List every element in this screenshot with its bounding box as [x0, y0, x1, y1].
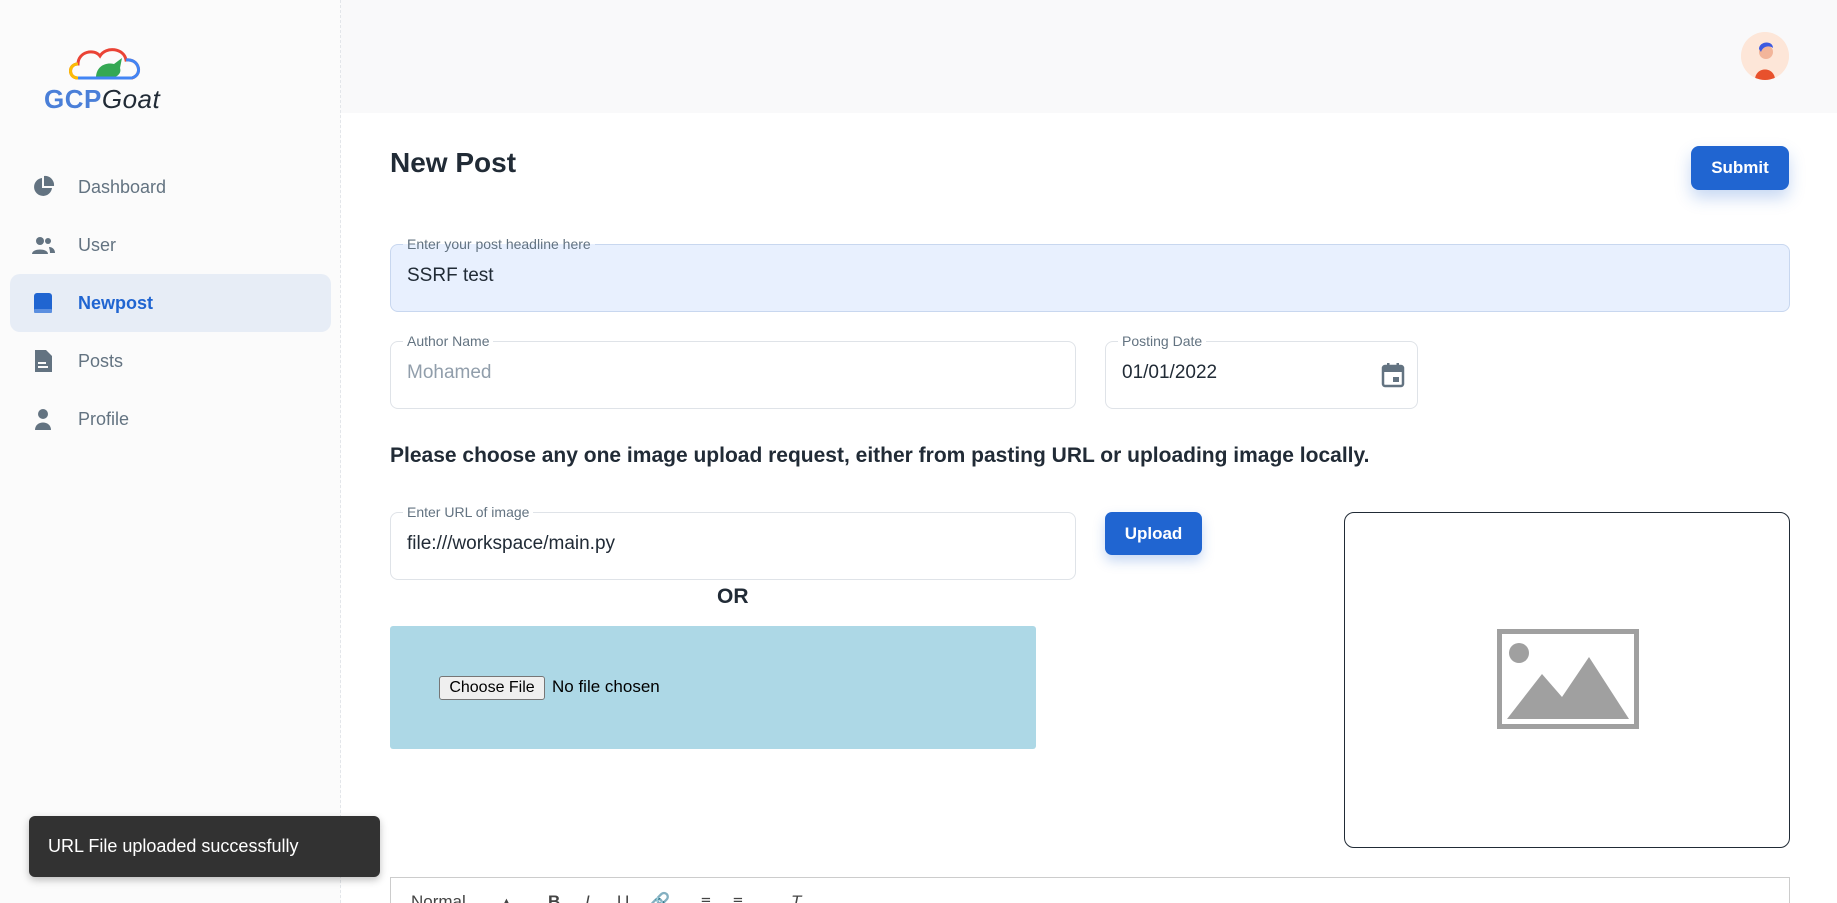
author-name-label: Author Name [403, 333, 494, 349]
posting-date-label: Posting Date [1118, 333, 1207, 349]
sidebar-nav: Dashboard User Newpost Posts Profile [10, 158, 331, 448]
file-status: No file chosen [552, 677, 660, 696]
pie-chart-icon [30, 174, 56, 200]
posting-date-value[interactable]: 01/01/2022 [1122, 362, 1217, 384]
sidebar: GCPGoat Dashboard User Newpost Posts Pro… [0, 0, 341, 903]
underline-button[interactable]: U [617, 892, 629, 903]
image-url-value[interactable]: file:///workspace/main.py [407, 533, 615, 555]
sidebar-item-newpost[interactable]: Newpost [10, 274, 331, 332]
sidebar-item-profile[interactable]: Profile [10, 390, 331, 448]
top-header [341, 0, 1837, 113]
sidebar-item-user[interactable]: User [10, 216, 331, 274]
sidebar-item-label: Dashboard [78, 176, 167, 197]
file-drop-zone[interactable]: Choose File No file chosen [390, 626, 1036, 749]
choose-file-button[interactable]: Choose File [439, 676, 545, 700]
headline-field[interactable]: Enter your post headline here SSRF test [390, 236, 1790, 312]
upload-instruction: Please choose any one image upload reque… [390, 444, 1370, 467]
link-icon[interactable]: 🔗 [649, 892, 670, 903]
headline-value[interactable]: SSRF test [407, 265, 494, 287]
italic-button[interactable]: I [585, 892, 590, 903]
image-preview [1344, 512, 1790, 848]
headline-label: Enter your post headline here [403, 236, 595, 252]
calendar-icon[interactable] [1381, 362, 1405, 393]
image-url-label: Enter URL of image [403, 504, 534, 520]
sidebar-item-label: Newpost [78, 292, 154, 313]
clear-format-button[interactable]: T [791, 892, 801, 903]
gcpgoat-logo[interactable]: GCPGoat [44, 44, 164, 114]
snackbar-notification: URL File uploaded successfully [29, 816, 380, 877]
bold-button[interactable]: B [548, 892, 560, 903]
sidebar-item-label: Posts [78, 350, 124, 371]
posting-date-field[interactable]: Posting Date 01/01/2022 [1105, 333, 1418, 409]
page-title: New Post [390, 147, 517, 178]
image-placeholder-icon [1497, 629, 1639, 729]
author-name-value[interactable]: Mohamed [407, 362, 492, 384]
submit-button[interactable]: Submit [1691, 146, 1789, 190]
sidebar-item-dashboard[interactable]: Dashboard [10, 158, 331, 216]
users-icon [30, 232, 56, 258]
avatar-icon[interactable] [1741, 32, 1789, 80]
book-icon [30, 290, 56, 316]
chevron-down-icon[interactable]: ▲ [501, 896, 512, 903]
image-url-field[interactable]: Enter URL of image file:///workspace/mai… [390, 504, 1076, 580]
author-name-field[interactable]: Author Name Mohamed [390, 333, 1076, 409]
main-content: New Post Submit Enter your post headline… [341, 113, 1837, 903]
rich-text-editor-toolbar: Normal ▲ B I U 🔗 ≡ ≡ T [390, 877, 1790, 903]
snackbar-message: URL File uploaded successfully [48, 836, 299, 856]
sidebar-item-label: User [78, 234, 117, 255]
cloud-goat-logo-icon [69, 48, 141, 80]
document-icon [30, 348, 56, 374]
logo-text-goat: Goat [101, 84, 161, 114]
upload-button[interactable]: Upload [1105, 512, 1202, 555]
format-select[interactable]: Normal [411, 892, 466, 903]
sidebar-item-posts[interactable]: Posts [10, 332, 331, 390]
bullet-list-icon[interactable]: ≡ [733, 892, 743, 903]
ordered-list-icon[interactable]: ≡ [701, 892, 711, 903]
sidebar-item-label: Profile [78, 408, 130, 429]
logo-text-gcp: GCP [44, 84, 102, 114]
person-icon [30, 406, 56, 432]
or-divider: OR [717, 585, 749, 608]
